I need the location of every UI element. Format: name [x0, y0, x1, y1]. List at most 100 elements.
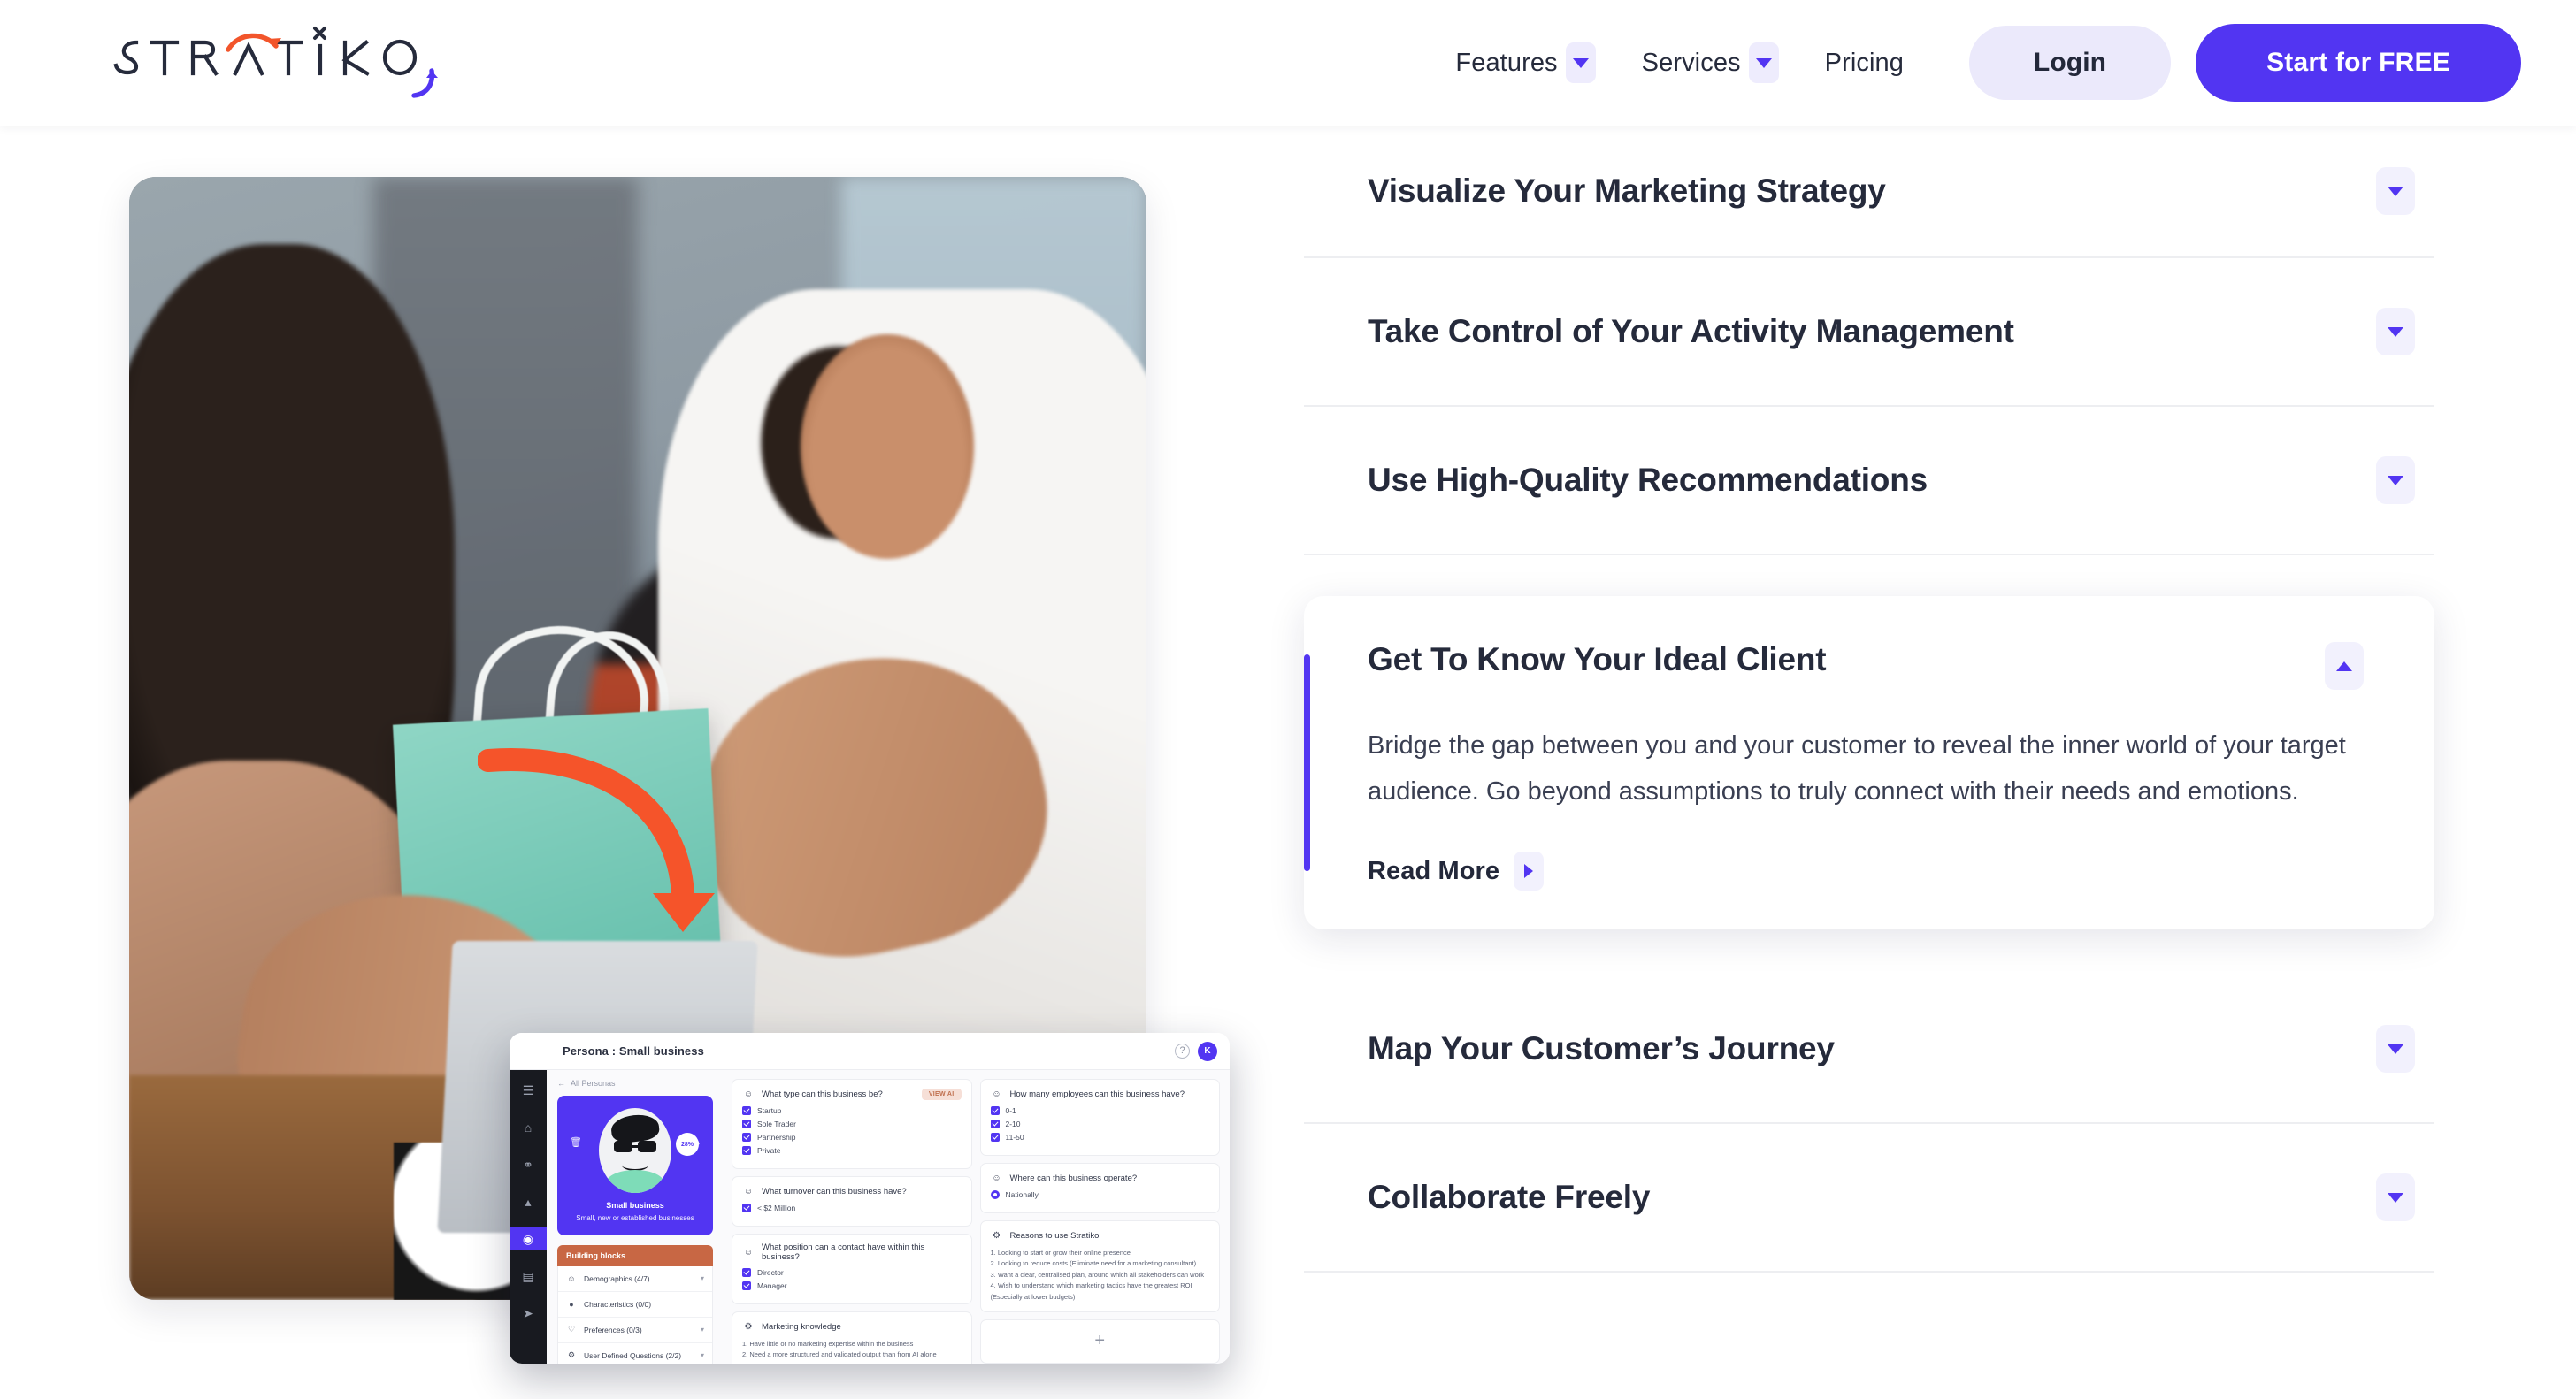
list-item[interactable]: ● Characteristics (0/0): [558, 1292, 712, 1318]
gear-icon: ⚙: [993, 1230, 1000, 1241]
menu-icon[interactable]: ☰: [515, 1079, 541, 1102]
option-label: 2-10: [1005, 1120, 1021, 1128]
chevron-down-icon[interactable]: [1565, 42, 1596, 83]
persona-avatar: [599, 1108, 671, 1193]
list-item[interactable]: ⚙ User Defined Questions (2/2) ▾: [558, 1343, 712, 1364]
question-card: ☺ Where can this business operate? Natio…: [979, 1163, 1220, 1213]
help-circle-icon[interactable]: ?: [1175, 1044, 1190, 1059]
app-sidebar-rail: ☰ ⌂ ⚭ ▴ ◉ ▤ ➤: [510, 1070, 547, 1364]
question-column-right: ☺ How many employees can this business h…: [979, 1079, 1220, 1364]
read-more-link[interactable]: Read More: [1368, 852, 1545, 891]
trash-icon[interactable]: 🗑: [570, 1136, 582, 1148]
list-item-label: Characteristics (0/0): [584, 1299, 652, 1309]
home-icon[interactable]: ⌂: [515, 1116, 541, 1139]
chevron-up-icon[interactable]: [2325, 642, 2364, 690]
rocket-icon[interactable]: ➤: [515, 1302, 541, 1325]
accordion-item-visualize-your-marketing-strategy[interactable]: Visualize Your Marketing Strategy: [1304, 126, 2434, 258]
note-line: 1. Have little or no marketing expertise…: [742, 1340, 914, 1348]
chevron-down-icon: ▾: [700, 1274, 704, 1283]
checkbox-icon[interactable]: [742, 1106, 751, 1115]
list-item[interactable]: ☺ Demographics (4/7) ▾: [558, 1266, 712, 1292]
checkbox-icon[interactable]: [742, 1281, 751, 1290]
question-title: Where can this business operate?: [1009, 1173, 1138, 1183]
avatar[interactable]: K: [1198, 1041, 1217, 1061]
accordion-item-take-control-of-your-activity-management[interactable]: Take Control of Your Activity Management: [1304, 258, 2434, 407]
option-row[interactable]: Director: [742, 1268, 962, 1277]
add-card-button[interactable]: +: [979, 1319, 1220, 1364]
option-label: Startup: [757, 1106, 782, 1115]
people-icon: ☺: [992, 1173, 1001, 1183]
brand-logo[interactable]: [108, 0, 479, 126]
option-label: < $2 Million: [757, 1204, 796, 1212]
checkbox-icon[interactable]: [742, 1133, 751, 1142]
persona-card[interactable]: 🗑 ✎ 28% Small business Small, new or est…: [557, 1096, 713, 1235]
nav-item-pricing[interactable]: Pricing: [1802, 49, 1934, 78]
option-row[interactable]: Private: [742, 1146, 962, 1155]
option-row[interactable]: Manager: [742, 1281, 962, 1290]
option-label: Director: [757, 1268, 784, 1277]
start-for-free-button[interactable]: Start for FREE: [2196, 24, 2521, 102]
app-title: Persona : Small business: [563, 1044, 704, 1058]
nav-item-services[interactable]: Services: [1619, 42, 1802, 83]
app-left-panel: ← All Personas 🗑 ✎ 28% Small b: [547, 1070, 724, 1364]
radio-icon[interactable]: [990, 1190, 1000, 1199]
accordion-item-collaborate-freely[interactable]: Collaborate Freely: [1304, 1124, 2434, 1273]
back-label: All Personas: [571, 1079, 616, 1088]
app-titlebar: Persona : Small business ? K: [510, 1033, 1230, 1070]
persona-name: Small business: [606, 1201, 664, 1210]
checkbox-icon[interactable]: [742, 1146, 751, 1155]
checkbox-icon[interactable]: [990, 1106, 1000, 1115]
option-label: Sole Trader: [757, 1120, 796, 1128]
persona-icon[interactable]: ◉: [510, 1227, 547, 1250]
app-body: ☰ ⌂ ⚭ ▴ ◉ ▤ ➤ ← All Personas 🗑 ✎: [510, 1070, 1230, 1364]
option-label: Manager: [757, 1281, 787, 1290]
note-line: 1. Looking to start or grow their online…: [990, 1249, 1131, 1257]
chevron-down-icon[interactable]: [2376, 1173, 2415, 1222]
accordion-item-map-your-customers-journey[interactable]: Map Your Customer’s Journey: [1304, 975, 2434, 1125]
nav-item-features[interactable]: Features: [1432, 42, 1618, 83]
login-button[interactable]: Login: [1969, 26, 2171, 100]
question-title: What turnover can this business have?: [762, 1186, 907, 1196]
stratiko-logo-icon: [113, 27, 438, 98]
building-blocks-heading: Building blocks: [557, 1244, 713, 1266]
checkbox-icon[interactable]: [742, 1268, 751, 1277]
checkbox-icon[interactable]: [990, 1120, 1000, 1128]
lightbulb-icon[interactable]: ⚭: [515, 1153, 541, 1176]
chevron-down-icon[interactable]: [2376, 456, 2415, 504]
chevron-down-icon[interactable]: [2376, 1025, 2415, 1074]
option-row[interactable]: 11-50: [990, 1133, 1210, 1142]
chevron-down-icon[interactable]: [1748, 42, 1779, 83]
option-row[interactable]: Startup: [742, 1106, 962, 1115]
checkbox-icon[interactable]: [742, 1204, 751, 1212]
accordion-item-use-high-quality-recommendations[interactable]: Use High-Quality Recommendations: [1304, 407, 2434, 555]
accordion-item-get-to-know-your-ideal-client-expanded[interactable]: Get To Know Your Ideal Client Bridge the…: [1304, 596, 2434, 930]
chevron-right-icon[interactable]: [1514, 852, 1545, 891]
question-card: ☺ What turnover can this business have? …: [732, 1176, 972, 1227]
page-body: Persona : Small business ? K ☰ ⌂ ⚭ ▴ ◉ ▤…: [0, 126, 2576, 1399]
checkbox-icon[interactable]: [742, 1120, 751, 1128]
question-card: ☺ What type can this business be? VIEW A…: [732, 1079, 972, 1169]
app-screenshot: Persona : Small business ? K ☰ ⌂ ⚭ ▴ ◉ ▤…: [510, 1033, 1230, 1364]
chart-icon[interactable]: ▴: [515, 1190, 541, 1213]
accordion-item-label: Take Control of Your Activity Management: [1368, 313, 2014, 349]
option-row[interactable]: Nationally: [990, 1190, 1210, 1199]
checkbox-icon[interactable]: [990, 1133, 1000, 1142]
chevron-down-icon[interactable]: [2376, 167, 2415, 215]
option-row[interactable]: 0-1: [990, 1106, 1210, 1115]
option-row[interactable]: Sole Trader: [742, 1120, 962, 1128]
heart-icon: ♡: [567, 1325, 576, 1334]
building-blocks-list: ☺ Demographics (4/7) ▾ ● Characteristics…: [557, 1265, 713, 1364]
option-row[interactable]: < $2 Million: [742, 1204, 962, 1212]
app-titlebar-actions: ? K: [1175, 1041, 1230, 1061]
main-nav: Features Services Pricing Login Start fo…: [1432, 24, 2521, 102]
chevron-down-icon[interactable]: [2376, 308, 2415, 355]
option-row[interactable]: 2-10: [990, 1120, 1210, 1128]
view-ai-badge[interactable]: VIEW AI: [921, 1088, 962, 1100]
question-title: Marketing knowledge: [762, 1321, 841, 1332]
option-row[interactable]: Partnership: [742, 1133, 962, 1142]
chevron-down-icon: ▾: [700, 1351, 704, 1360]
media-column: Persona : Small business ? K ☰ ⌂ ⚭ ▴ ◉ ▤…: [0, 126, 1284, 1399]
briefcase-icon[interactable]: ▤: [515, 1265, 541, 1288]
list-item[interactable]: ♡ Preferences (0/3) ▾: [558, 1318, 712, 1343]
back-to-all-personas[interactable]: ← All Personas: [557, 1079, 713, 1088]
